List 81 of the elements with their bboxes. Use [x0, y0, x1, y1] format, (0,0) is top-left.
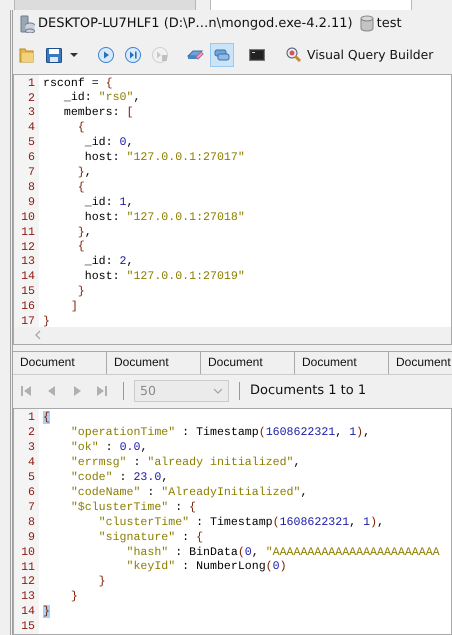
line-number: 13	[20, 255, 35, 270]
code-line: {	[78, 240, 85, 254]
code-line: rsconf = {	[43, 76, 113, 90]
folder-icon	[18, 46, 36, 64]
line-number: 3	[27, 441, 35, 456]
code-line: "operationTime" : Timestamp(1608622321, 1),	[70, 426, 370, 440]
code-line: }	[43, 314, 50, 327]
chevron-down-icon	[213, 388, 223, 394]
line-number: 5	[27, 136, 35, 152]
code-line: "code" : 23.0,	[70, 471, 168, 484]
query-builder-button[interactable]: Visual Query Builder	[282, 42, 436, 67]
code-line: }	[98, 575, 106, 588]
line-number: 5	[27, 471, 35, 486]
code-line: members: [	[64, 106, 134, 120]
code-line: _id: 2,	[84, 255, 134, 268]
code-line: "keyId" : NumberLong(0)	[126, 560, 287, 574]
code-line: {	[78, 121, 85, 134]
line-number: 9	[27, 530, 35, 546]
code-line: _id: 0,	[84, 136, 134, 150]
line-number: 16	[20, 300, 35, 316]
play-icon	[97, 46, 115, 64]
result-tab[interactable]: Document	[107, 352, 201, 374]
code-line: host: "127.0.0.1:27018"	[84, 210, 245, 224]
result-tab[interactable]: Document	[201, 352, 295, 374]
code-line: }	[78, 285, 85, 298]
line-number: 10	[20, 210, 35, 226]
line-number: 8	[27, 516, 35, 531]
line-number: 11	[20, 226, 35, 241]
code-line: host: "127.0.0.1:27019"	[84, 270, 245, 284]
database-icon	[360, 15, 374, 32]
line-number: 7	[27, 500, 35, 516]
code-line: "errmsg" : "already initialized",	[70, 456, 300, 470]
save-icon	[45, 46, 63, 64]
code-line: ]	[70, 300, 78, 313]
magnifier-icon	[285, 46, 303, 64]
result-tab[interactable]: Document	[389, 352, 452, 374]
line-number: 8	[27, 180, 35, 196]
stacked-tiles-button[interactable]	[210, 42, 234, 67]
line-number: 6	[27, 151, 35, 166]
code-line: "ok" : 0.0,	[70, 441, 148, 454]
code-line: "hash" : BinData(0, "AAAAAAAAAAAAAAAAAAAAAAAA	[126, 546, 440, 558]
line-number: 15	[20, 285, 35, 300]
server-icon	[19, 14, 35, 33]
line-number: 6	[27, 486, 35, 501]
line-number: 2	[27, 92, 35, 106]
line-number: 2	[27, 426, 35, 442]
connection-name: DESKTOP-LU7HLF1 (D:\P…n\mongod.exe-4.2.11)	[38, 16, 353, 32]
code-line: "codeName" : "AlreadyInitialized",	[70, 486, 308, 499]
caret-icon	[70, 52, 78, 57]
line-number: 14	[20, 605, 35, 620]
line-number: 4	[27, 456, 35, 472]
document-count: Documents 1 to 1	[250, 383, 366, 398]
line-number: 9	[27, 196, 35, 211]
result-tab[interactable]: Document	[13, 352, 107, 374]
code-line: "$clusterTime" : {	[70, 500, 196, 514]
line-number: 1	[27, 411, 35, 426]
line-number: 12	[20, 240, 35, 256]
code-line: _id: 1,	[84, 196, 134, 209]
code-line: "clusterTime" : Timestamp(1608622321, 1),	[98, 516, 384, 529]
line-number: 13	[20, 590, 35, 606]
line-number: 10	[20, 546, 35, 561]
line-number: 7	[27, 166, 35, 181]
line-number: 3	[27, 106, 35, 122]
code-line: host: "127.0.0.1:27017"	[84, 151, 245, 164]
line-number: 12	[20, 575, 35, 590]
database-name: test	[376, 16, 402, 32]
code-line: },	[78, 226, 92, 238]
code-line: "signature" : {	[98, 530, 204, 544]
step-icon	[124, 46, 142, 64]
line-number: 1	[27, 76, 35, 92]
line-number: 4	[27, 121, 35, 136]
line-number: 14	[20, 270, 35, 286]
line-number: 15	[20, 620, 35, 634]
code-line: _id: "rs0",	[64, 91, 140, 104]
code-line: },	[78, 166, 92, 179]
code-line: {	[78, 180, 85, 194]
result-tab[interactable]: Document	[295, 352, 389, 374]
line-number: 17	[20, 315, 35, 327]
line-number: 11	[20, 560, 35, 576]
code-line: }	[70, 590, 78, 604]
scroll-left-icon	[34, 330, 42, 340]
